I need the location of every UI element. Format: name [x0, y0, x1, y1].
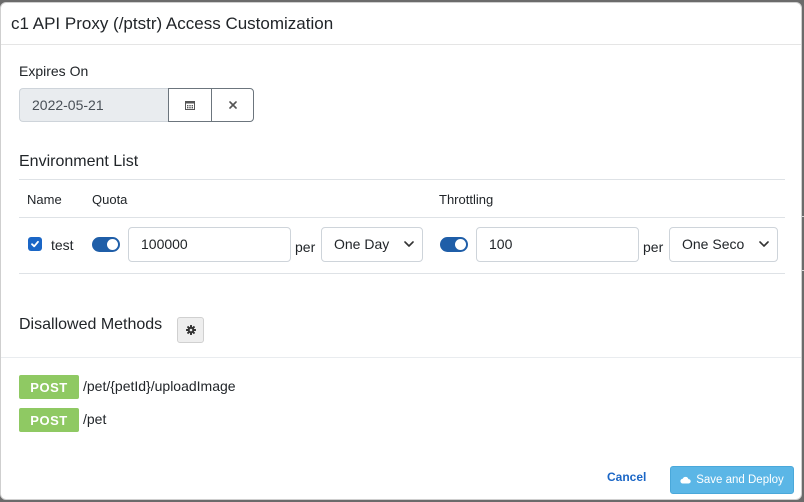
- quota-period-select[interactable]: One Day: [321, 227, 423, 262]
- modal-title: c1 API Proxy (/ptstr) Access Customizati…: [11, 14, 334, 33]
- method-badge-post: POST: [19, 375, 79, 399]
- throttling-input[interactable]: 100: [476, 227, 639, 262]
- expires-on-label: Expires On: [19, 63, 89, 79]
- quota-per-label: per: [295, 239, 316, 255]
- table-header-border: [19, 217, 785, 218]
- disallowed-methods-title: Disallowed Methods: [19, 316, 163, 333]
- method-badge-post: POST: [19, 408, 79, 432]
- column-header-quota: Quota: [92, 192, 128, 207]
- save-and-deploy-button[interactable]: Save and Deploy: [670, 466, 794, 494]
- gear-icon: [185, 325, 196, 335]
- expires-date-input[interactable]: 2022-05-21: [19, 88, 168, 122]
- chevron-down-icon: [759, 241, 769, 247]
- disallowed-divider: [1, 357, 801, 358]
- throttling-per-label: per: [643, 239, 664, 255]
- cloud-icon: [680, 476, 691, 484]
- toggle-knob: [455, 239, 466, 250]
- toggle-knob: [107, 239, 118, 250]
- modal-header: c1 API Proxy (/ptstr) Access Customizati…: [1, 3, 801, 45]
- environment-list-title: Environment List: [19, 153, 139, 170]
- method-path: /pet/{petId}/uploadImage: [83, 378, 236, 394]
- expires-date-group: 2022-05-21: [19, 88, 254, 122]
- column-header-throttling: Throttling: [439, 192, 494, 207]
- close-icon: [228, 101, 237, 109]
- table-top-border: [19, 179, 785, 180]
- quota-toggle[interactable]: [92, 237, 120, 252]
- access-customization-modal: c1 API Proxy (/ptstr) Access Customizati…: [0, 2, 802, 500]
- save-and-deploy-label: Save and Deploy: [696, 474, 784, 486]
- disallowed-methods-settings-button[interactable]: [177, 317, 204, 343]
- environment-checkbox[interactable]: [28, 237, 42, 251]
- chevron-down-icon: [404, 241, 414, 247]
- throttling-period-select[interactable]: One Seco: [669, 227, 778, 262]
- table-bottom-border: [19, 273, 785, 274]
- quota-period-value: One Day: [334, 236, 390, 252]
- environment-name: test: [51, 237, 74, 253]
- clear-date-button[interactable]: [211, 88, 254, 122]
- cancel-button[interactable]: Cancel: [607, 470, 646, 484]
- throttling-toggle[interactable]: [440, 237, 468, 252]
- column-header-name: Name: [27, 192, 62, 207]
- quota-input[interactable]: 100000: [128, 227, 291, 262]
- calendar-button[interactable]: [168, 88, 211, 122]
- check-icon: [31, 240, 39, 248]
- throttling-period-value: One Seco: [682, 236, 745, 252]
- calendar-icon: [185, 101, 195, 110]
- method-path: /pet: [83, 411, 107, 427]
